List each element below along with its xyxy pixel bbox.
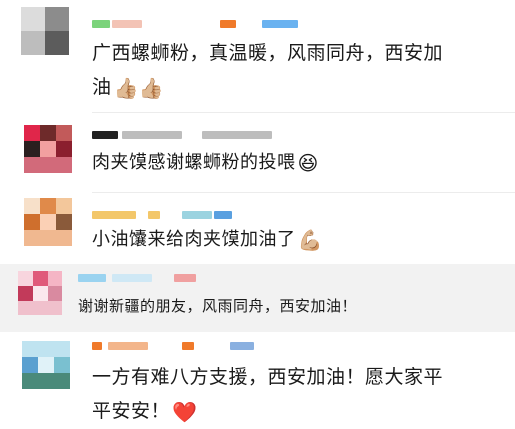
avatar[interactable] — [22, 341, 70, 389]
avatar-pixel — [40, 141, 56, 157]
avatar-pixel — [45, 7, 69, 31]
avatar-pixel — [56, 125, 72, 141]
comment-item[interactable]: 广西螺蛳粉，真温暖，风雨同舟，西安加 油 👍🏼👍🏼 — [0, 0, 515, 112]
avatar-pixel — [56, 141, 72, 157]
avatar-pixel — [48, 271, 62, 286]
avatar-pixel — [33, 286, 48, 301]
avatar-pixel — [54, 357, 70, 373]
avatar-pixel — [56, 214, 72, 230]
avatar-pixel — [21, 7, 45, 31]
flexed-biceps-icon: 💪🏼 — [297, 228, 323, 252]
comment-item[interactable]: 谢谢新疆的朋友，风雨同舟，西安加油！ — [0, 264, 515, 332]
username-blurred[interactable] — [92, 131, 292, 139]
red-heart-icon: ❤️ — [172, 400, 198, 424]
avatar[interactable] — [24, 125, 72, 173]
username-blurred[interactable] — [92, 211, 282, 219]
avatar-pixel — [22, 373, 70, 389]
avatar-pixel — [48, 286, 62, 301]
comment-item[interactable]: 一方有难八方支援，西安加油！愿大家平 平安安！ ❤️ — [0, 332, 515, 427]
username-blurred[interactable] — [92, 342, 262, 350]
avatar-pixel — [24, 157, 72, 173]
avatar-pixel — [24, 198, 40, 214]
thumbs-up-icon: 👍🏼👍🏼 — [113, 76, 165, 100]
avatar-pixel — [22, 341, 70, 357]
avatar-pixel — [40, 125, 56, 141]
avatar-pixel — [22, 357, 38, 373]
comment-text: 小油馕来给肉夹馍加油了 💪🏼 — [92, 228, 323, 252]
avatar-pixel — [45, 31, 69, 55]
username-blurred[interactable] — [78, 274, 248, 282]
comment-item[interactable]: 肉夹馍感谢螺蛳粉的投喂 😆 — [0, 113, 515, 192]
avatar-pixel — [56, 198, 72, 214]
avatar-pixel — [40, 198, 56, 214]
username-blurred[interactable] — [92, 20, 302, 28]
avatar-pixel — [18, 301, 62, 315]
laughing-emoji-icon: 😆 — [297, 151, 319, 175]
avatar-pixel — [33, 271, 48, 286]
avatar[interactable] — [24, 198, 72, 246]
avatar[interactable] — [18, 271, 62, 315]
avatar-pixel — [18, 286, 33, 301]
avatar-pixel — [24, 125, 40, 141]
comment-text: 谢谢新疆的朋友，风雨同舟，西安加油！ — [78, 297, 358, 315]
avatar-pixel — [40, 214, 56, 230]
avatar[interactable] — [21, 7, 69, 55]
comment-text: 肉夹馍感谢螺蛳粉的投喂 😆 — [92, 151, 319, 175]
avatar-pixel — [18, 271, 33, 286]
comment-text: 一方有难八方支援，西安加油！愿大家平 平安安！ ❤️ — [92, 366, 444, 424]
avatar-pixel — [24, 214, 40, 230]
avatar-pixel — [24, 141, 40, 157]
avatar-pixel — [38, 357, 54, 373]
comment-item[interactable]: 小油馕来给肉夹馍加油了 💪🏼 — [0, 193, 515, 264]
comment-text: 广西螺蛳粉，真温暖，风雨同舟，西安加 油 👍🏼👍🏼 — [92, 42, 444, 100]
avatar-pixel — [24, 230, 72, 246]
avatar-pixel — [21, 31, 45, 55]
